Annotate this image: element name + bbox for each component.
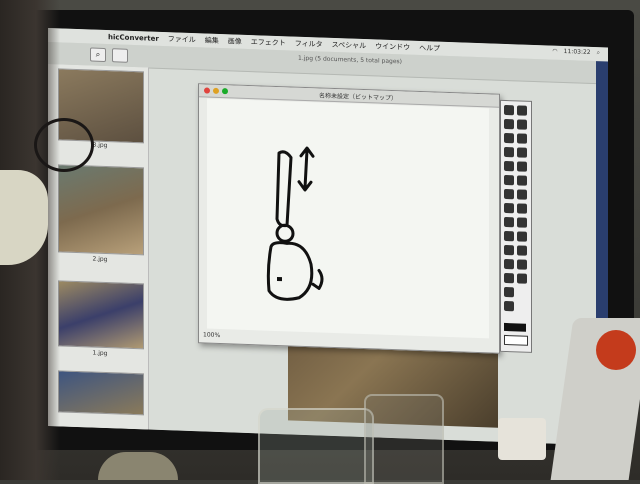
menu-edit[interactable]: 編集 xyxy=(205,35,219,45)
tool-icon[interactable] xyxy=(504,146,514,158)
menu-special[interactable]: スペシャル xyxy=(332,40,367,51)
color-swatch[interactable] xyxy=(504,334,528,346)
tool-icon[interactable] xyxy=(504,300,514,312)
glass-cup xyxy=(258,408,374,484)
tool-icon[interactable] xyxy=(504,188,514,200)
tool-icon[interactable] xyxy=(504,216,514,228)
color-swatch[interactable] xyxy=(504,322,526,332)
tool-icon[interactable] xyxy=(504,230,514,242)
tool-icon[interactable] xyxy=(517,273,527,284)
tool-icon[interactable] xyxy=(517,245,527,256)
sketch-stroke xyxy=(311,268,324,290)
tool-icon[interactable] xyxy=(517,175,527,186)
cup xyxy=(98,452,178,480)
tool-icon[interactable] xyxy=(504,118,514,130)
drawing-canvas[interactable] xyxy=(207,98,489,339)
thumbnail-image[interactable] xyxy=(58,280,144,350)
tool-icon[interactable] xyxy=(504,244,514,256)
thumbnail-label: 2.jpg xyxy=(92,255,108,264)
search-icon[interactable]: ⌕ xyxy=(597,49,600,57)
tool-icon[interactable] xyxy=(517,119,527,130)
power-adapter xyxy=(498,418,546,460)
tool-icon[interactable] xyxy=(517,259,527,270)
minimize-button[interactable] xyxy=(213,87,219,94)
tool-icon[interactable] xyxy=(517,105,527,116)
sketch-drawing xyxy=(266,146,324,301)
eyeglasses xyxy=(34,118,94,172)
tool-icon[interactable] xyxy=(517,203,527,214)
glass-cup xyxy=(364,394,444,484)
sketch-arrow xyxy=(297,146,315,192)
tool-icon[interactable] xyxy=(504,202,514,214)
drawing-window: 名称未設定（ビットマップ） 100% xyxy=(198,83,500,354)
tool-icon[interactable] xyxy=(517,231,527,242)
tool-palette xyxy=(500,99,532,353)
tool-icon[interactable] xyxy=(517,217,527,228)
sketch-stroke xyxy=(266,241,314,301)
zoom-icon[interactable]: ⌕ xyxy=(90,47,106,63)
sketch-stroke xyxy=(275,150,293,228)
document-title: 1.jpg (5 documents, 5 total pages) xyxy=(298,54,402,66)
menu-file[interactable]: ファイル xyxy=(168,34,196,45)
tool-icon[interactable] xyxy=(504,272,514,284)
clock[interactable]: 11:03:22 xyxy=(564,48,591,57)
zoom-level[interactable]: 100% xyxy=(203,331,293,343)
menu-help[interactable]: ヘルプ xyxy=(419,43,440,54)
thumbnail-image[interactable] xyxy=(58,370,144,416)
sketch-stroke xyxy=(275,223,295,243)
laptop-sticker xyxy=(596,330,636,370)
tool-icon[interactable] xyxy=(517,189,527,200)
menu-image[interactable]: 画像 xyxy=(228,36,242,46)
tool-icon[interactable] xyxy=(504,104,514,116)
tool-icon[interactable] xyxy=(517,147,527,158)
sketch-stroke xyxy=(277,276,282,282)
tool-icon[interactable] xyxy=(504,258,514,270)
share-icon[interactable] xyxy=(112,48,128,63)
thumbnail-label: 1.jpg xyxy=(92,349,108,358)
monitor-screen: hicConverter ファイル 編集 画像 エフェクト フィルタ スペシャル… xyxy=(48,28,608,446)
menu-filter[interactable]: フィルタ xyxy=(295,39,323,50)
menu-window[interactable]: ウインドウ xyxy=(375,41,410,52)
status-area: ◠ 11:03:22 ⌕ xyxy=(552,48,600,58)
tool-icon[interactable] xyxy=(517,161,527,172)
tool-icon[interactable] xyxy=(504,286,514,298)
tool-icon[interactable] xyxy=(504,132,514,144)
thumbnail-image[interactable] xyxy=(58,164,144,256)
tool-icon[interactable] xyxy=(517,133,527,144)
close-button[interactable] xyxy=(204,87,210,94)
wifi-icon[interactable]: ◠ xyxy=(552,48,557,56)
drawing-window-title: 名称未設定（ビットマップ） xyxy=(319,92,398,103)
tool-icon[interactable] xyxy=(504,174,514,186)
tool-icon[interactable] xyxy=(504,160,514,172)
menu-effect[interactable]: エフェクト xyxy=(251,37,286,48)
zoom-button[interactable] xyxy=(222,88,228,95)
app-menu[interactable]: hicConverter xyxy=(108,33,159,43)
